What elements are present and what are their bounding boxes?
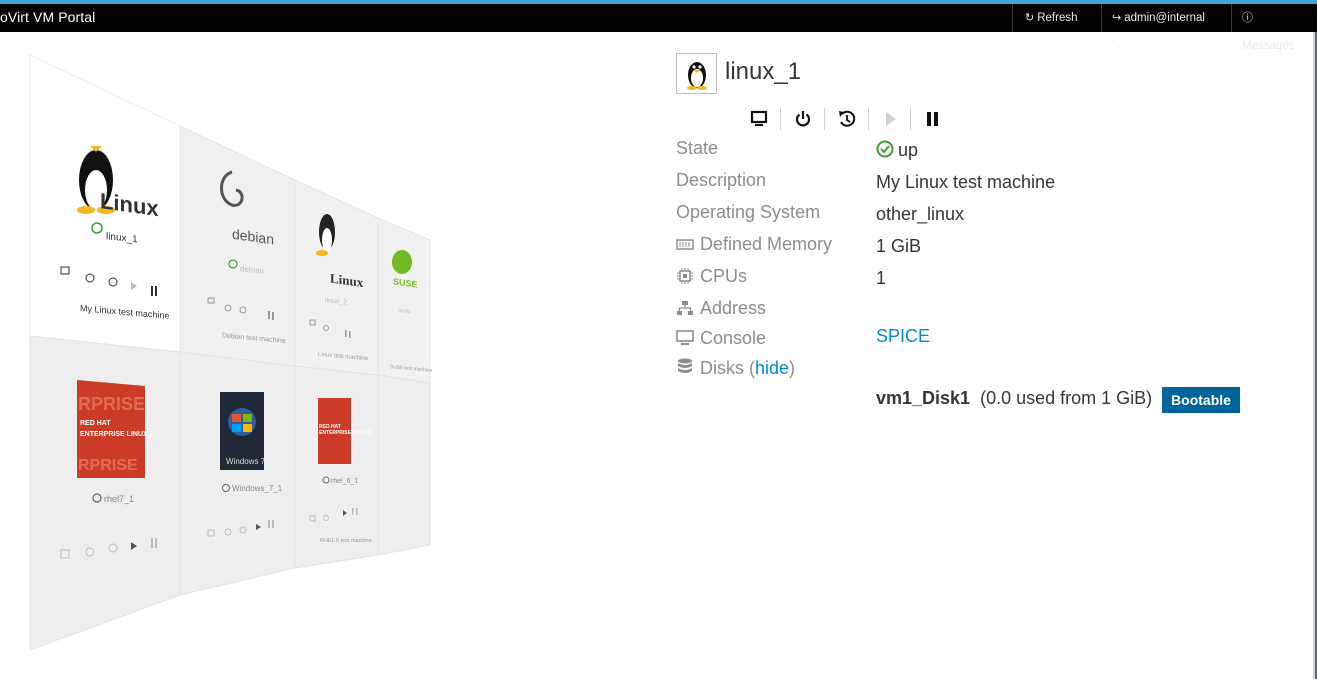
svg-text:RED HAT: RED HAT [80, 420, 111, 427]
vm-card-wall: Linux linux_1 My Linux test machine debi… [0, 40, 440, 660]
suspend-button[interactable] [917, 106, 947, 132]
status-up-icon [876, 140, 894, 158]
power-icon [795, 111, 811, 127]
refresh-label: Refresh [1037, 12, 1078, 24]
os-value: other_linux [876, 204, 965, 224]
console-spice-link[interactable]: SPICE [876, 326, 930, 347]
description-value: My Linux test machine [876, 172, 1056, 192]
memory-value: 1 GiB [876, 236, 922, 256]
reboot-icon [839, 110, 856, 127]
messages-button[interactable]: ⓘ Messages [1231, 4, 1317, 52]
hide-disks-link[interactable]: hide [755, 358, 789, 378]
state-text: up [898, 140, 919, 160]
start-button[interactable] [875, 106, 905, 132]
database-icon [678, 358, 692, 373]
vm-detail-title: linux_1 [725, 58, 802, 85]
svg-text:Windows 7: Windows 7 [226, 457, 266, 466]
vm-card-wall-graphic: Linux linux_1 My Linux test machine debi… [29, 54, 433, 651]
console-icon [676, 330, 694, 345]
info-icon: ⓘ [1242, 12, 1253, 24]
tux-icon [687, 62, 707, 90]
svg-text:RPRISE: RPRISE [78, 457, 138, 474]
chevron-down-icon: ⌄ [1115, 41, 1123, 51]
console-button[interactable] [744, 106, 774, 132]
os-label: Operating System [676, 202, 821, 222]
refresh-icon: ↻ [1025, 12, 1035, 24]
description-label: Description [676, 170, 767, 190]
cpus-label: CPUs [676, 266, 747, 287]
disks-label: Disks (hide) [676, 358, 795, 379]
card-empty [377, 374, 431, 556]
windows7-logo: Windows 7 [220, 392, 266, 470]
card-debian[interactable] [179, 125, 296, 367]
svg-text:ENTERPRISE LINUX 7: ENTERPRISE LINUX 7 [80, 431, 154, 438]
top-navbar: oVirt VM Portal ↻ Refresh ↪ admin@internal… [0, 4, 1317, 52]
address-label-text: Address [700, 298, 767, 318]
user-menu[interactable]: ↪ admin@internal ⌄ [1101, 4, 1231, 51]
card-name-windows-7-1: Windows_7_1 [232, 484, 283, 493]
app-title[interactable]: oVirt VM Portal [0, 9, 95, 25]
console-label: Console [676, 328, 766, 349]
card-desc-rhel-6-1: RHEL 6 test machine [320, 538, 372, 544]
state-value: up [876, 140, 918, 161]
card-windows-7-1[interactable] [179, 351, 296, 596]
pause-icon [927, 112, 938, 126]
refresh-button[interactable]: ↻ Refresh [1012, 4, 1101, 32]
disk-row: vm1_Disk1 (0.0 used from 1 GiB) [876, 388, 1152, 409]
play-icon [886, 112, 896, 126]
memory-label-text: Defined Memory [700, 234, 833, 254]
cpus-label-text: CPUs [700, 266, 748, 286]
memory-icon [676, 239, 694, 250]
logout-icon: ↪ [1112, 12, 1122, 24]
messages-label: Messages [1242, 40, 1295, 52]
svg-text:ENTERPRISE LINUX 6: ENTERPRISE LINUX 6 [319, 430, 372, 436]
vm-os-avatar [676, 53, 717, 94]
memory-label: Defined Memory [676, 234, 832, 255]
cpu-icon [677, 268, 693, 284]
disks-label-text: Disks [700, 358, 744, 378]
user-label: admin@internal [1124, 12, 1205, 24]
reboot-button[interactable] [832, 106, 862, 132]
network-icon [677, 301, 693, 315]
card-name-rhel-6-1: rhel_6_1 [331, 478, 358, 485]
state-label: State [676, 138, 719, 158]
svg-text:RPRISE: RPRISE [78, 394, 145, 414]
card-suse[interactable] [377, 217, 431, 384]
card-name-rhel7-1: rhel7_1 [104, 494, 134, 504]
monitor-icon [750, 110, 768, 126]
shutdown-button[interactable] [788, 106, 818, 132]
address-label: Address [676, 298, 766, 319]
rhel-logo: RED HAT ENTERPRISE LINUX 7 RPRISE RPRISE [77, 380, 154, 478]
disk-name: vm1_Disk1 [876, 388, 971, 408]
console-label-text: Console [700, 328, 767, 348]
disk-usage: (0.0 used from 1 GiB) [980, 388, 1153, 408]
bootable-badge: Bootable [1162, 387, 1240, 413]
cpus-value: 1 [876, 268, 887, 288]
